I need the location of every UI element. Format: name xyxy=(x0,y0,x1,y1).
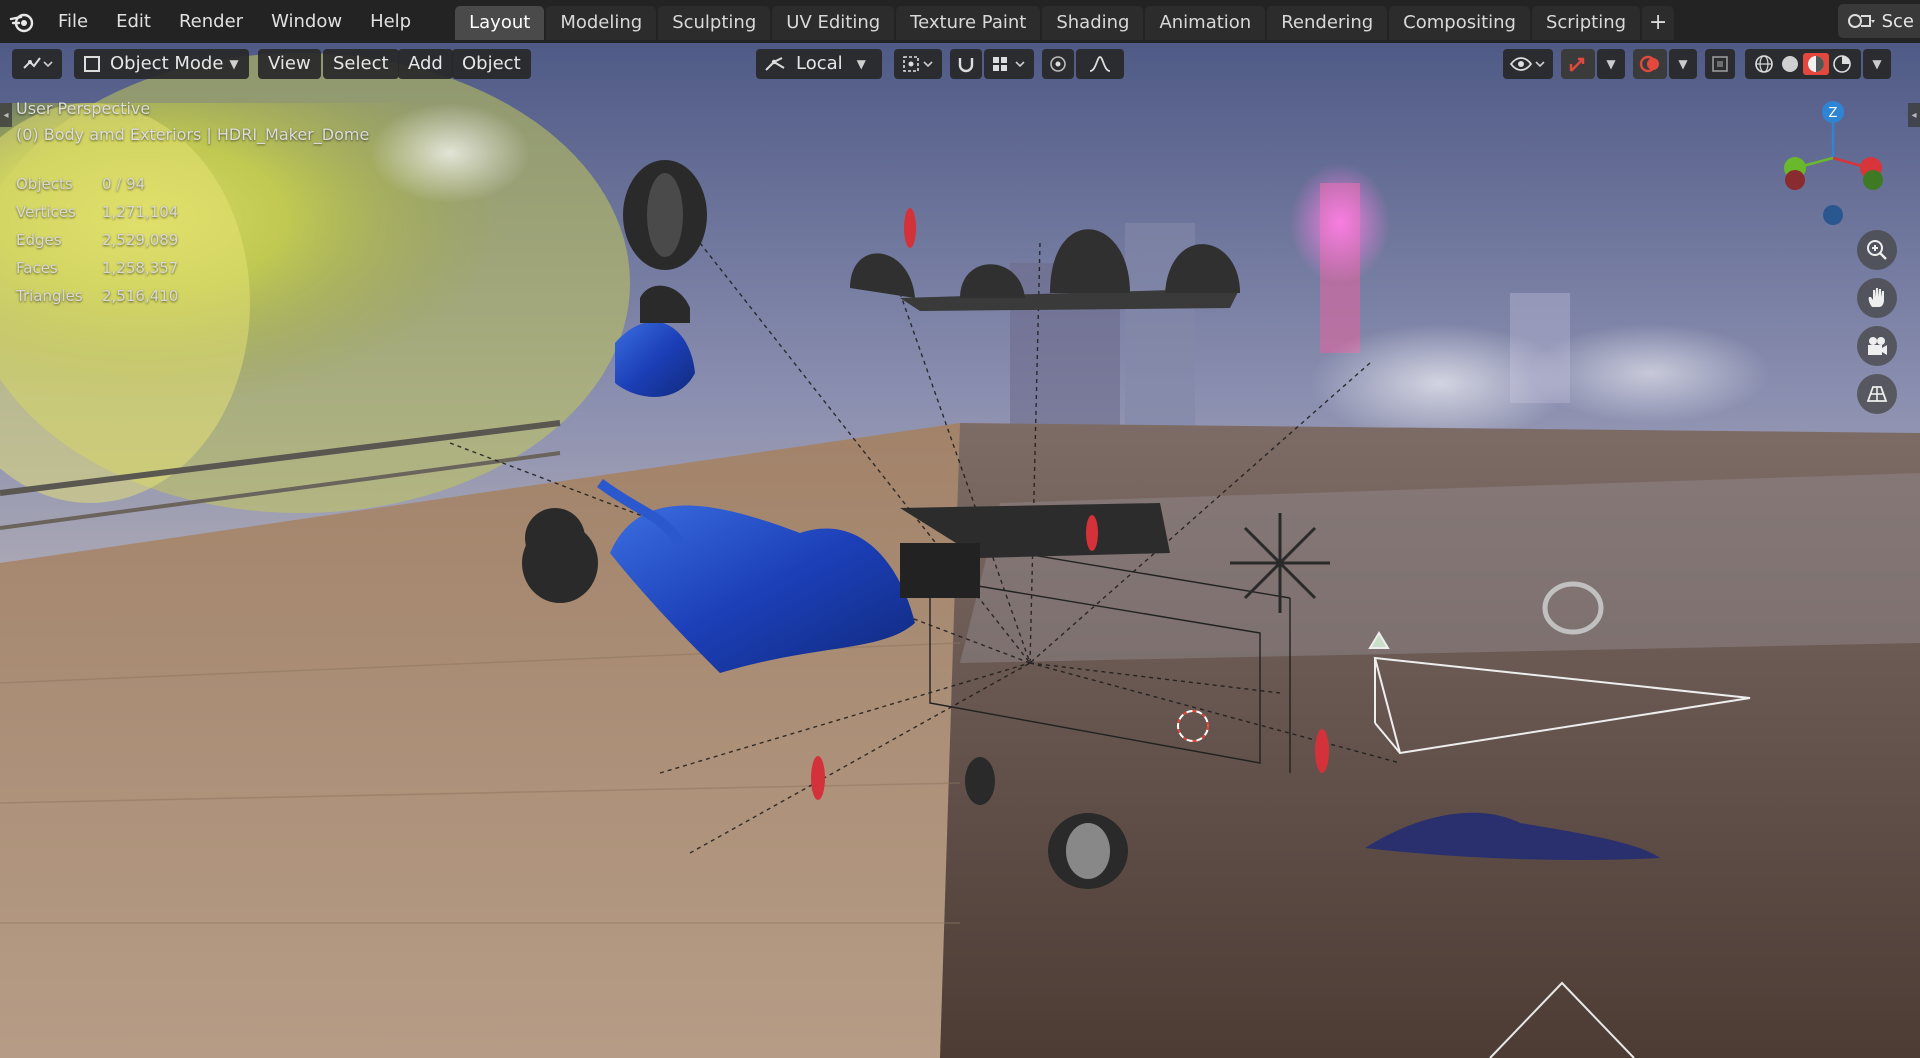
gizmo-z-label: Z xyxy=(1829,106,1838,121)
chevron-down-icon: ▼ xyxy=(856,57,866,71)
top-bar: File Edit Render Window Help Layout Mode… xyxy=(0,0,1920,43)
ortho-toggle-button[interactable] xyxy=(1857,374,1897,414)
tab-layout[interactable]: Layout xyxy=(455,5,545,40)
eye-icon xyxy=(1509,57,1545,71)
object-mode-dropdown[interactable]: Object Mode ▼ xyxy=(74,49,249,79)
perspective-label: User Perspective xyxy=(16,99,151,118)
falloff-curve-icon xyxy=(1089,56,1111,72)
view-menu[interactable]: View xyxy=(258,49,321,79)
hand-icon xyxy=(1868,288,1884,307)
scene-selector[interactable]: Sce xyxy=(1837,4,1920,38)
tab-modeling[interactable]: Modeling xyxy=(546,5,657,40)
proportional-icon xyxy=(1050,56,1066,72)
editor-type-icon xyxy=(23,57,53,69)
navigation-gizmo[interactable]: Z xyxy=(1773,98,1893,228)
solid-shading-icon[interactable] xyxy=(1777,53,1803,75)
scene-icon xyxy=(1847,14,1875,28)
tab-sculpting[interactable]: Sculpting xyxy=(658,5,771,40)
stat-faces: Faces 1,258,357 xyxy=(16,259,179,277)
chevron-down-icon: ▼ xyxy=(1606,57,1616,71)
xray-icon xyxy=(1712,56,1728,72)
select-menu[interactable]: Select xyxy=(323,49,399,79)
pivot-icon xyxy=(903,56,933,72)
tab-texture-paint[interactable]: Texture Paint xyxy=(896,5,1041,40)
grid-icon xyxy=(1866,386,1888,402)
gizmo-options-dropdown[interactable]: ▼ xyxy=(1597,49,1625,79)
tab-shading[interactable]: Shading xyxy=(1042,5,1144,40)
object-mode-icon xyxy=(84,56,100,72)
toolbar-expand-arrow[interactable]: ◂ xyxy=(0,103,12,127)
rendered-shading-icon[interactable] xyxy=(1829,53,1855,75)
orientation-label: Local xyxy=(796,53,843,74)
3d-viewport[interactable]: Object Mode ▼ View Select Add Object Loc… xyxy=(0,43,1920,1058)
shading-options-dropdown[interactable]: ▼ xyxy=(1863,49,1891,79)
zoom-icon xyxy=(1867,240,1887,260)
add-workspace-button[interactable]: + xyxy=(1642,5,1675,40)
tab-uv-editing[interactable]: UV Editing xyxy=(772,5,895,40)
pan-button[interactable] xyxy=(1857,278,1897,318)
orientation-icon xyxy=(765,57,785,71)
overlays-options-dropdown[interactable]: ▼ xyxy=(1669,49,1697,79)
camera-view-button[interactable] xyxy=(1857,326,1897,366)
overlays-icon xyxy=(1639,55,1659,73)
falloff-dropdown[interactable] xyxy=(1076,49,1124,79)
snap-toggle[interactable] xyxy=(950,49,982,79)
stat-triangles: Triangles 2,516,410 xyxy=(16,287,179,305)
object-mode-label: Object Mode xyxy=(110,53,224,74)
stat-vertices: Vertices 1,271,104 xyxy=(16,203,179,221)
stat-objects: Objects 0 / 94 xyxy=(16,175,146,193)
menu-help[interactable]: Help xyxy=(356,0,425,43)
tab-compositing[interactable]: Compositing xyxy=(1389,5,1530,40)
blender-logo-icon[interactable] xyxy=(0,0,44,43)
scene-name: Sce xyxy=(1881,10,1914,32)
visibility-dropdown[interactable] xyxy=(1503,49,1553,79)
wireframe-shading-icon[interactable] xyxy=(1751,53,1777,75)
gizmo-neg-x-axis[interactable] xyxy=(1785,170,1805,190)
editor-type-button[interactable] xyxy=(12,49,62,79)
menu-edit[interactable]: Edit xyxy=(102,0,165,43)
scene-render xyxy=(0,43,1920,1058)
magnet-icon xyxy=(958,58,974,73)
active-collection-label: (0) Body amd Exteriors | HDRI_Maker_Dome xyxy=(16,125,370,144)
tab-rendering[interactable]: Rendering xyxy=(1267,5,1388,40)
workspace-tabs: Layout Modeling Sculpting UV Editing Tex… xyxy=(455,4,1676,40)
chevron-down-icon: ▼ xyxy=(1872,57,1882,71)
chevron-down-icon: ▼ xyxy=(229,57,239,71)
sidebar-expand-arrow[interactable]: ◂ xyxy=(1908,103,1920,127)
overlays-toggle[interactable] xyxy=(1633,49,1667,79)
gizmo-neg-z-axis[interactable] xyxy=(1823,205,1843,225)
menu-render[interactable]: Render xyxy=(165,0,257,43)
material-preview-icon[interactable] xyxy=(1803,53,1829,75)
proportional-editing-toggle[interactable] xyxy=(1042,49,1074,79)
tab-animation[interactable]: Animation xyxy=(1145,5,1266,40)
xray-toggle[interactable] xyxy=(1705,49,1735,79)
stat-edges: Edges 2,529,089 xyxy=(16,231,179,249)
tab-scripting[interactable]: Scripting xyxy=(1531,5,1641,40)
pivot-point-dropdown[interactable] xyxy=(894,49,942,79)
camera-icon xyxy=(1868,337,1887,355)
chevron-down-icon: ▼ xyxy=(1678,57,1688,71)
snap-target-dropdown[interactable] xyxy=(984,49,1034,79)
gizmo-arrows-icon xyxy=(1569,57,1585,72)
gizmo-toggle[interactable] xyxy=(1561,49,1595,79)
object-menu[interactable]: Object xyxy=(452,49,531,79)
zoom-button[interactable] xyxy=(1857,230,1897,270)
add-menu[interactable]: Add xyxy=(398,49,453,79)
menu-file[interactable]: File xyxy=(44,0,102,43)
menu-window[interactable]: Window xyxy=(257,0,356,43)
transform-orientation-dropdown[interactable]: Local ▼ xyxy=(756,49,882,79)
grid-snap-icon xyxy=(993,57,1025,71)
gizmo-neg-y-axis[interactable] xyxy=(1863,170,1883,190)
shading-modes[interactable] xyxy=(1745,49,1861,79)
